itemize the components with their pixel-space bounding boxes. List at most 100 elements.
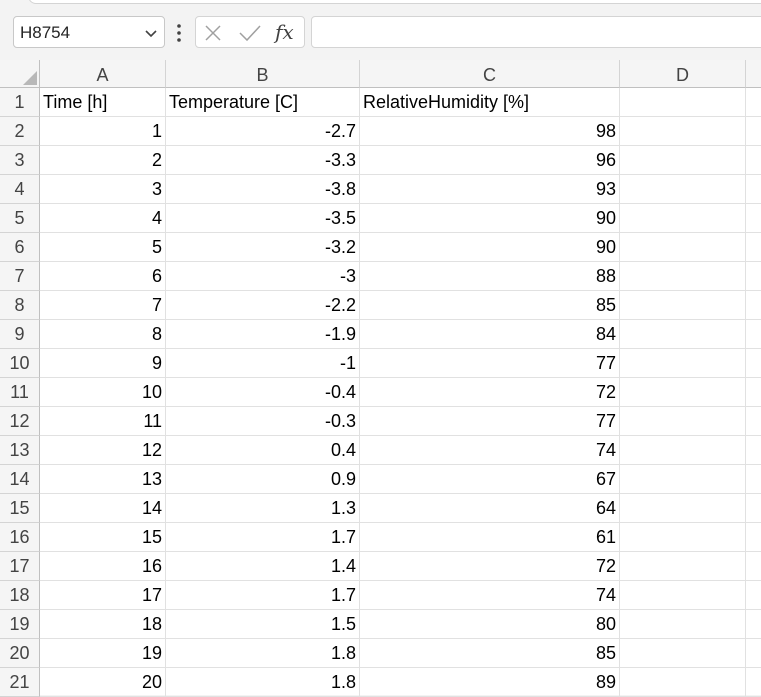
- cell-e[interactable]: [746, 117, 761, 146]
- cell-e[interactable]: [746, 523, 761, 552]
- row-header[interactable]: 6: [0, 233, 40, 262]
- cell-b[interactable]: -3: [166, 262, 360, 291]
- row-header[interactable]: 21: [0, 668, 40, 697]
- row-header[interactable]: 17: [0, 552, 40, 581]
- row-header[interactable]: 16: [0, 523, 40, 552]
- cell-e[interactable]: [746, 610, 761, 639]
- cell-b[interactable]: -3.3: [166, 146, 360, 175]
- cell-a[interactable]: 15: [40, 523, 166, 552]
- cell-e[interactable]: [746, 465, 761, 494]
- cell-b[interactable]: 1.4: [166, 552, 360, 581]
- cell-e[interactable]: [746, 407, 761, 436]
- cell-d[interactable]: [620, 639, 746, 668]
- cell-e[interactable]: [746, 639, 761, 668]
- cell-a[interactable]: 11: [40, 407, 166, 436]
- cell-d[interactable]: [620, 175, 746, 204]
- cell-a[interactable]: 5: [40, 233, 166, 262]
- cell-e[interactable]: [746, 204, 761, 233]
- row-header[interactable]: 20: [0, 639, 40, 668]
- row-header[interactable]: 2: [0, 117, 40, 146]
- row-header[interactable]: 11: [0, 378, 40, 407]
- cell-d[interactable]: [620, 552, 746, 581]
- row-header[interactable]: 15: [0, 494, 40, 523]
- cell-d[interactable]: [620, 436, 746, 465]
- cell-a[interactable]: 18: [40, 610, 166, 639]
- cell-a[interactable]: 8: [40, 320, 166, 349]
- column-header-a[interactable]: A: [40, 60, 166, 88]
- cell-a[interactable]: 16: [40, 552, 166, 581]
- cell-e[interactable]: [746, 88, 761, 117]
- cell-d[interactable]: [620, 610, 746, 639]
- cell-c[interactable]: 88: [360, 262, 620, 291]
- cell-b[interactable]: 0.9: [166, 465, 360, 494]
- cell-e[interactable]: [746, 436, 761, 465]
- header-cell-b[interactable]: Temperature [C]: [166, 88, 360, 117]
- cell-a[interactable]: 13: [40, 465, 166, 494]
- row-header[interactable]: 14: [0, 465, 40, 494]
- cell-e[interactable]: [746, 146, 761, 175]
- cell-b[interactable]: -2.2: [166, 291, 360, 320]
- close-icon[interactable]: [204, 24, 222, 42]
- cell-c[interactable]: 72: [360, 378, 620, 407]
- cell-d[interactable]: [620, 581, 746, 610]
- cell-c[interactable]: 89: [360, 668, 620, 697]
- cell-d[interactable]: [620, 465, 746, 494]
- cell-a[interactable]: 6: [40, 262, 166, 291]
- cell-c[interactable]: 85: [360, 291, 620, 320]
- cell-d[interactable]: [620, 407, 746, 436]
- cell-c[interactable]: 61: [360, 523, 620, 552]
- cell-c[interactable]: 96: [360, 146, 620, 175]
- row-header[interactable]: 13: [0, 436, 40, 465]
- cell-b[interactable]: 1.8: [166, 639, 360, 668]
- cell-d[interactable]: [620, 262, 746, 291]
- cell-a[interactable]: 9: [40, 349, 166, 378]
- header-cell-a[interactable]: Time [h]: [40, 88, 166, 117]
- cell-c[interactable]: 98: [360, 117, 620, 146]
- cell-a[interactable]: 19: [40, 639, 166, 668]
- cell-d[interactable]: [620, 291, 746, 320]
- cell-c[interactable]: 74: [360, 436, 620, 465]
- insert-function-button[interactable]: fx: [275, 20, 294, 44]
- cell-e[interactable]: [746, 494, 761, 523]
- cell-b[interactable]: 1.7: [166, 523, 360, 552]
- cell-b[interactable]: 1.7: [166, 581, 360, 610]
- row-header[interactable]: 18: [0, 581, 40, 610]
- cell-a[interactable]: 2: [40, 146, 166, 175]
- cell-c[interactable]: 64: [360, 494, 620, 523]
- formula-input[interactable]: [311, 16, 761, 48]
- cell-d[interactable]: [620, 117, 746, 146]
- cell-b[interactable]: 1.8: [166, 668, 360, 697]
- row-header[interactable]: 7: [0, 262, 40, 291]
- cell-a[interactable]: 4: [40, 204, 166, 233]
- cell-a[interactable]: 14: [40, 494, 166, 523]
- column-header-d[interactable]: D: [620, 60, 746, 88]
- cell-a[interactable]: 17: [40, 581, 166, 610]
- cell-b[interactable]: -2.7: [166, 117, 360, 146]
- row-header[interactable]: 8: [0, 291, 40, 320]
- cell-b[interactable]: -3.8: [166, 175, 360, 204]
- cell-e[interactable]: [746, 349, 761, 378]
- select-all-corner[interactable]: [0, 60, 40, 88]
- cell-e[interactable]: [746, 320, 761, 349]
- cell-a[interactable]: 12: [40, 436, 166, 465]
- row-header[interactable]: 12: [0, 407, 40, 436]
- row-header[interactable]: 9: [0, 320, 40, 349]
- cell-d[interactable]: [620, 378, 746, 407]
- cell-e[interactable]: [746, 552, 761, 581]
- cell-c[interactable]: 80: [360, 610, 620, 639]
- cell-c[interactable]: 90: [360, 204, 620, 233]
- cell-d[interactable]: [620, 494, 746, 523]
- cell-c[interactable]: 84: [360, 320, 620, 349]
- cell-e[interactable]: [746, 668, 761, 697]
- cell-b[interactable]: 1.5: [166, 610, 360, 639]
- cell-d[interactable]: [620, 146, 746, 175]
- cell-b[interactable]: -3.2: [166, 233, 360, 262]
- cell-c[interactable]: 77: [360, 407, 620, 436]
- row-header[interactable]: 10: [0, 349, 40, 378]
- cell-c[interactable]: 93: [360, 175, 620, 204]
- column-header-b[interactable]: B: [166, 60, 360, 88]
- cell-b[interactable]: 1.3: [166, 494, 360, 523]
- cell-d[interactable]: [620, 668, 746, 697]
- cell-e[interactable]: [746, 581, 761, 610]
- cell-b[interactable]: -3.5: [166, 204, 360, 233]
